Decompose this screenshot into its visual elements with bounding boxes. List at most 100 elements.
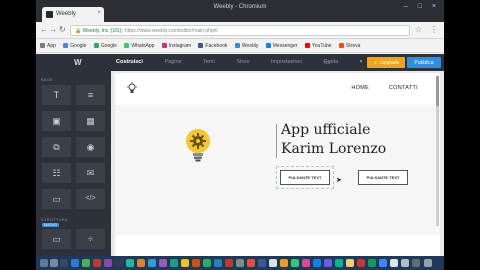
- tab-themes[interactable]: Temi: [203, 59, 215, 65]
- url-input[interactable]: 🔒 Weebly, Inc. [US] | https://www.weebly…: [70, 25, 410, 36]
- email-icon[interactable]: ✉: [76, 163, 105, 183]
- app-icon[interactable]: [236, 259, 244, 267]
- embed-code-icon[interactable]: </>: [76, 189, 105, 209]
- app-icon[interactable]: [335, 259, 343, 267]
- hero-section[interactable]: App ufficiale Karim Lorenzo PULSANTE TEX…: [115, 105, 440, 235]
- tab-build[interactable]: Costruisci: [116, 59, 143, 65]
- button-icon[interactable]: ▭: [42, 189, 71, 209]
- app-icon[interactable]: [181, 259, 189, 267]
- bookmark-item[interactable]: Streva: [338, 43, 360, 49]
- browser-menu-icon[interactable]: ⋮: [430, 25, 438, 34]
- app-icon[interactable]: [401, 259, 409, 267]
- tab-settings[interactable]: Impostazioni: [271, 59, 302, 65]
- reload-icon[interactable]: ↻: [59, 25, 66, 34]
- nav-home[interactable]: HOME: [351, 85, 369, 91]
- window-controls[interactable]: – □ ×: [404, 3, 440, 10]
- weebly-logo[interactable]: W: [74, 58, 82, 67]
- window-icon[interactable]: [60, 259, 68, 267]
- title-icon[interactable]: T: [42, 85, 71, 105]
- app-icon[interactable]: [324, 259, 332, 267]
- bookmarks-bar: App Google Google WhatsApp Instagram Fac…: [36, 40, 444, 53]
- back-icon[interactable]: ←: [40, 25, 48, 34]
- app-icon[interactable]: [225, 259, 233, 267]
- app-icon[interactable]: [269, 259, 277, 267]
- bookmark-item[interactable]: Weebly: [234, 43, 258, 49]
- app-icon[interactable]: [159, 259, 167, 267]
- bookmark-item[interactable]: WhatsApp: [124, 43, 154, 49]
- steam-icon[interactable]: [115, 259, 123, 267]
- instagram-icon: [161, 43, 167, 48]
- app-icon[interactable]: [104, 259, 112, 267]
- app-icon[interactable]: [302, 259, 310, 267]
- publish-button[interactable]: Pubblica: [407, 57, 441, 68]
- editor-toolbar: W Costruisci Pagine Temi Store Impostazi…: [36, 54, 444, 71]
- tab-store[interactable]: Store: [236, 59, 249, 65]
- app-icon[interactable]: [357, 259, 365, 267]
- close-tab-icon[interactable]: ×: [97, 10, 101, 16]
- app-icon[interactable]: [148, 259, 156, 267]
- app-icon[interactable]: [170, 259, 178, 267]
- app-icon[interactable]: [313, 259, 321, 267]
- scrollbar-thumb[interactable]: [436, 76, 439, 106]
- app-launcher-icon[interactable]: [50, 259, 58, 267]
- page-scrollbar[interactable]: [436, 76, 439, 226]
- tray-icon[interactable]: [412, 259, 420, 267]
- forward-icon[interactable]: →: [49, 25, 57, 34]
- hero-title-line2: Karim Lorenzo: [281, 141, 387, 157]
- app-icon[interactable]: [192, 259, 200, 267]
- weebly-icon: [234, 43, 240, 48]
- slideshow-icon[interactable]: ⧉: [42, 137, 71, 157]
- facebook-icon: [198, 43, 204, 48]
- bookmark-star-icon[interactable]: ☆: [415, 25, 422, 34]
- weebly-favicon-icon: [46, 11, 53, 18]
- cta-button-2[interactable]: PULSANTE TEXT: [358, 170, 408, 185]
- bookmark-item[interactable]: Google: [93, 43, 117, 49]
- app-icon[interactable]: [346, 259, 354, 267]
- lightbulb-gear-icon[interactable]: [183, 127, 213, 165]
- bookmark-item[interactable]: Facebook: [198, 43, 227, 49]
- window-title: Weebly - Chromium: [213, 4, 267, 10]
- divider-icon[interactable]: ÷: [76, 229, 105, 249]
- bookmark-item[interactable]: App: [40, 43, 56, 49]
- new-badge: NUOVO: [42, 223, 59, 227]
- app-icon[interactable]: [214, 259, 222, 267]
- app-icon[interactable]: [126, 259, 134, 267]
- bookmark-item[interactable]: Instagram: [161, 43, 191, 49]
- app-icon[interactable]: [203, 259, 211, 267]
- app-icon[interactable]: [258, 259, 266, 267]
- bookmark-item[interactable]: YouTube: [304, 43, 332, 49]
- hero-title-line1: App ufficiale: [281, 122, 371, 138]
- image-icon[interactable]: ▣: [42, 111, 71, 131]
- url-text: https://www.weebly.com/editor/main.php#/: [124, 28, 218, 34]
- chromium-icon[interactable]: [82, 259, 90, 267]
- hero-title[interactable]: App ufficiale Karim Lorenzo: [281, 121, 386, 159]
- app-icon[interactable]: [368, 259, 376, 267]
- app-icon[interactable]: [280, 259, 288, 267]
- app-icon[interactable]: [137, 259, 145, 267]
- url-secure-label: Weebly, Inc. [US]: [82, 28, 121, 34]
- bookmark-item[interactable]: Google: [63, 43, 86, 49]
- site-page: HOME CONTATTI App ufficiale Karim Lorenz…: [115, 73, 440, 256]
- site-logo-icon[interactable]: [126, 82, 138, 94]
- text-icon[interactable]: ≡: [76, 85, 105, 105]
- app-icon[interactable]: [247, 259, 255, 267]
- nav-contacts[interactable]: CONTATTI: [389, 85, 418, 91]
- apps-icon: [40, 43, 45, 48]
- tray-icon[interactable]: [424, 259, 432, 267]
- cta-button-1[interactable]: PULSANTE TEXT: [280, 170, 330, 185]
- bookmark-item[interactable]: Messenger: [265, 43, 298, 49]
- app-icon[interactable]: [390, 259, 398, 267]
- app-icon[interactable]: [93, 259, 101, 267]
- files-icon[interactable]: [71, 259, 79, 267]
- gallery-icon[interactable]: ▦: [76, 111, 105, 131]
- map-icon[interactable]: ◉: [76, 137, 105, 157]
- screen: Weebly × Weebly - Chromium – □ × ← → ↻ 🔒…: [36, 0, 444, 270]
- tab-pages[interactable]: Pagine: [164, 59, 181, 65]
- contact-form-icon[interactable]: ☷: [42, 163, 71, 183]
- upgrade-button[interactable]: ⚡ Upgrade: [367, 57, 405, 68]
- device-preview-icon[interactable]: ▭: [324, 58, 331, 66]
- app-icon[interactable]: [291, 259, 299, 267]
- app-icon[interactable]: [379, 259, 387, 267]
- section-icon[interactable]: ▭: [42, 229, 71, 249]
- start-menu-icon[interactable]: [40, 259, 48, 267]
